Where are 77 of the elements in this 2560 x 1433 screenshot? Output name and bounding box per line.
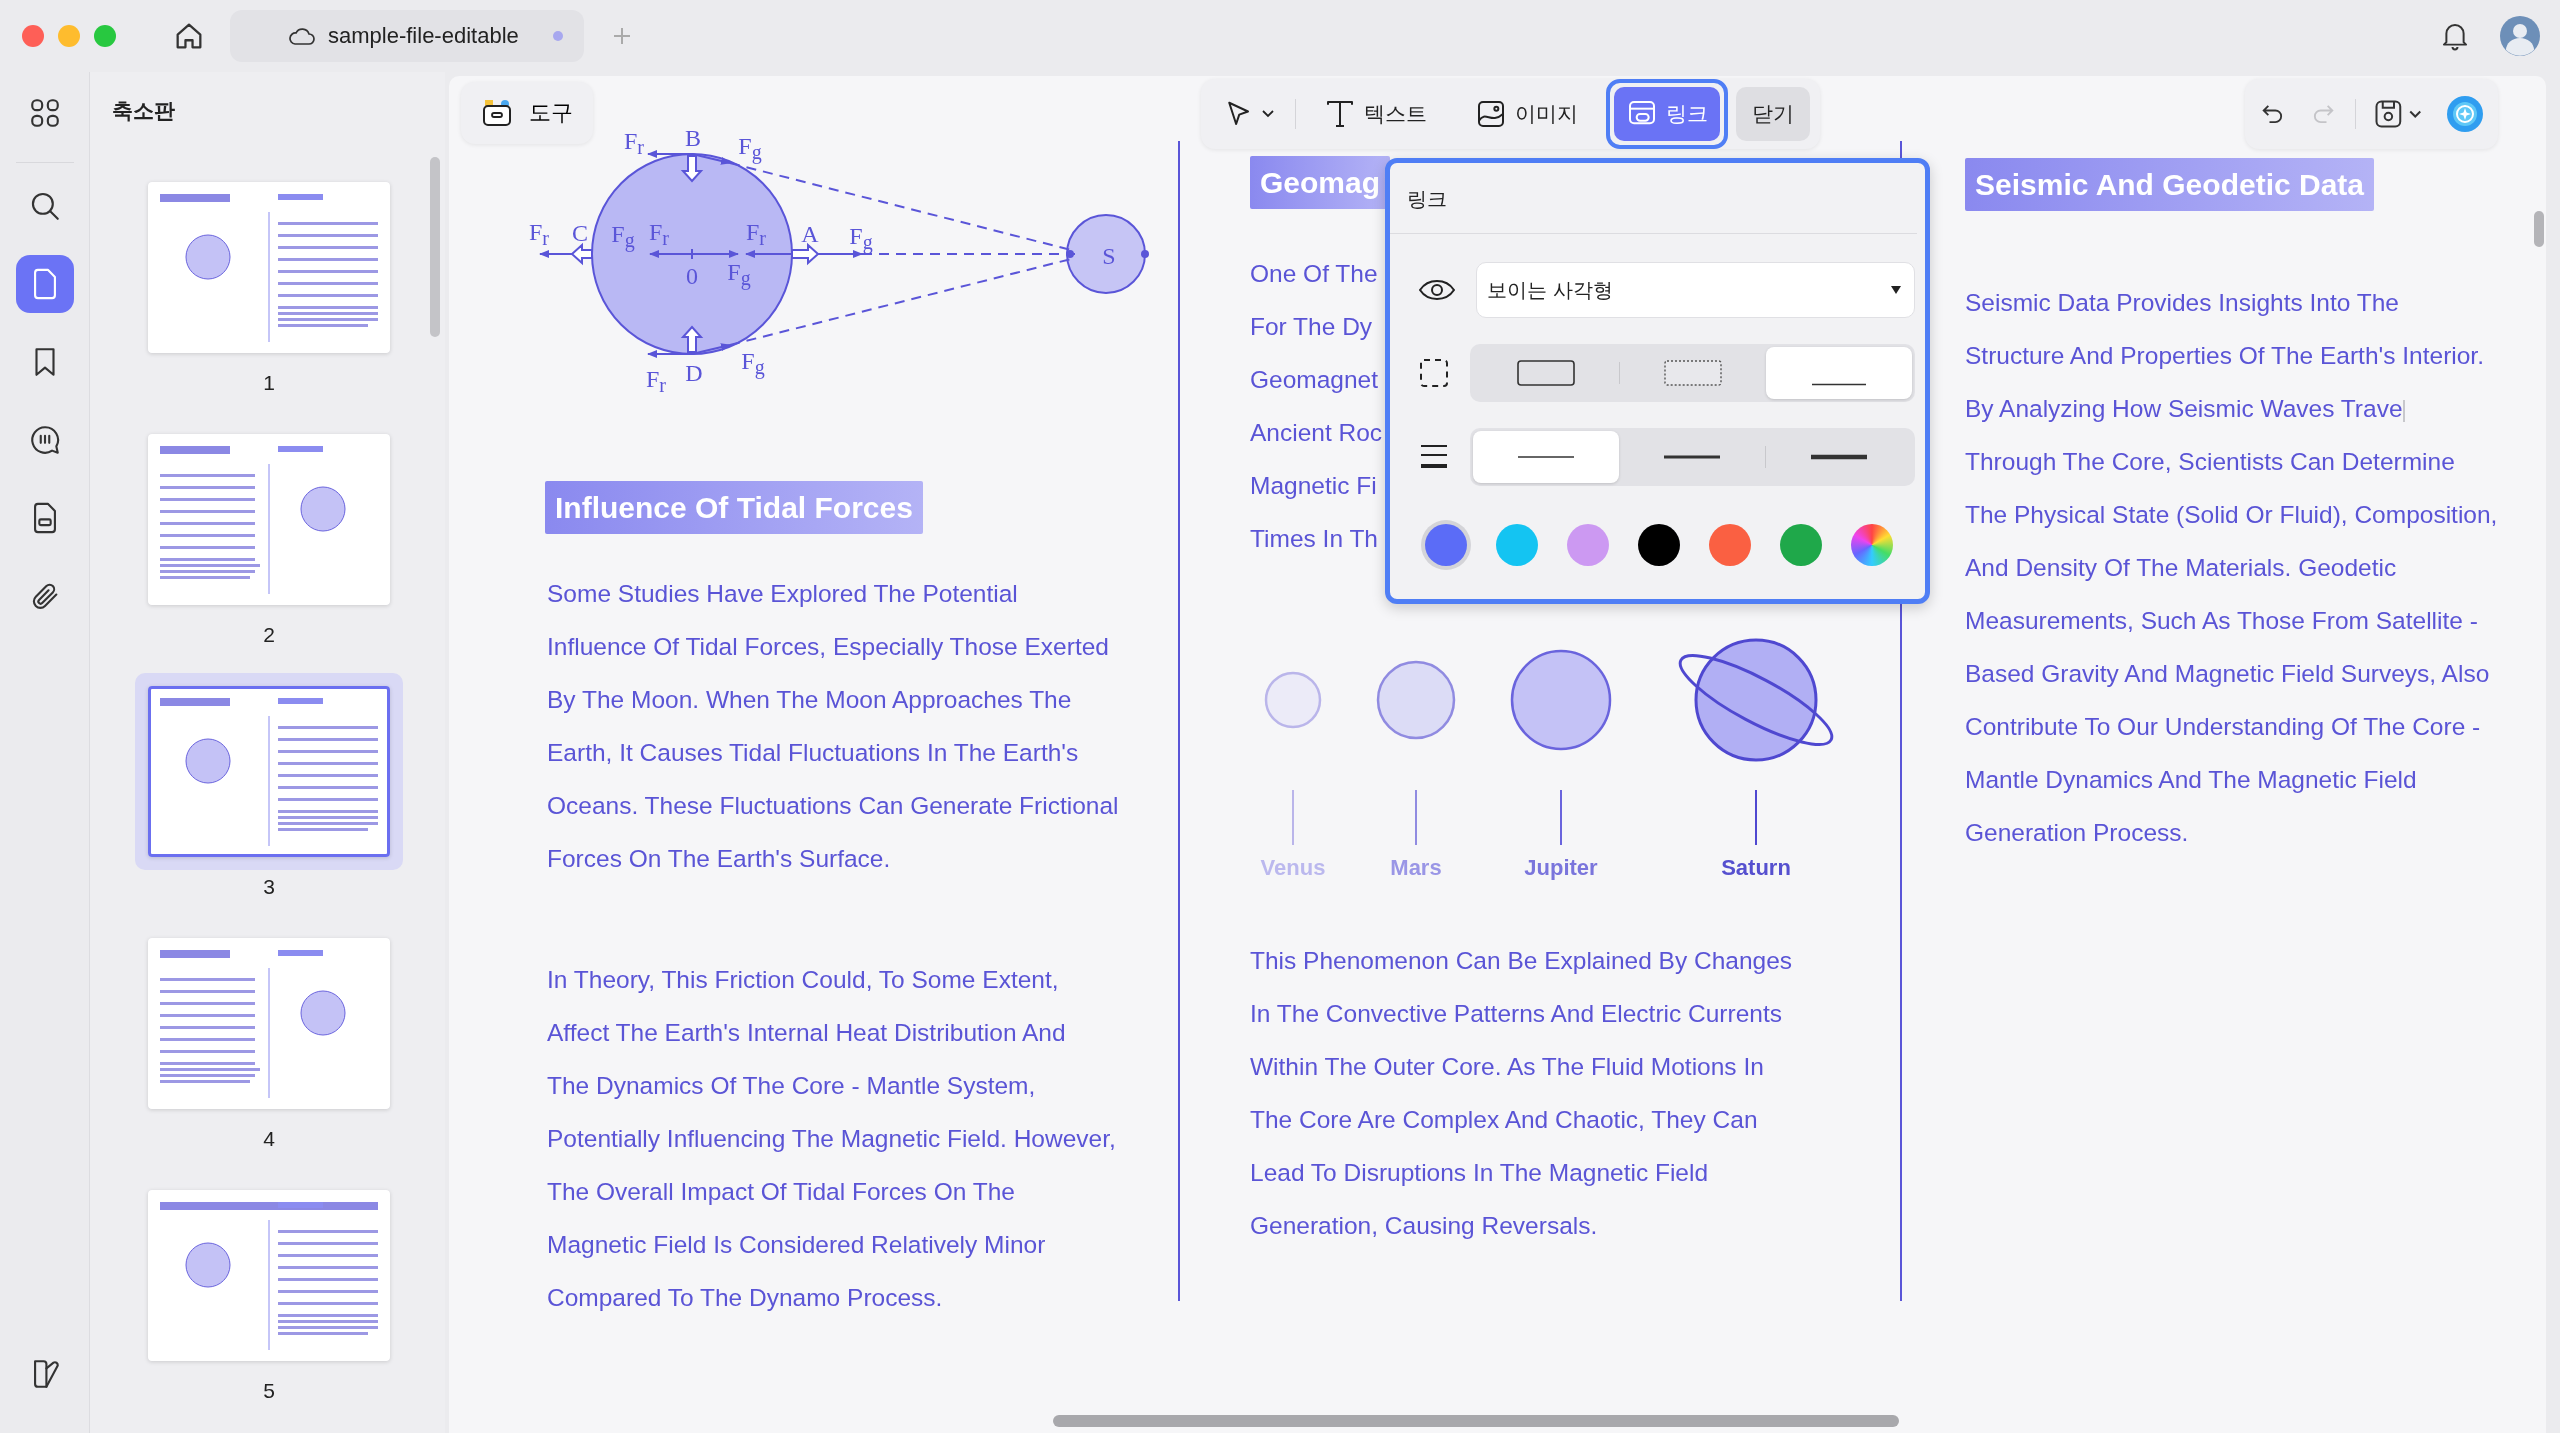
- leader-line: [1755, 790, 1757, 845]
- text-tool-button[interactable]: 텍스트: [1312, 87, 1439, 141]
- scrollbar[interactable]: [2534, 211, 2544, 247]
- page-number: 2: [262, 623, 276, 647]
- diagram-label: B: [685, 126, 701, 150]
- diagram-label: S: [1102, 244, 1116, 268]
- diagram-label: D: [685, 361, 703, 385]
- color-swatch[interactable]: [1567, 524, 1609, 566]
- diagram-label: 0: [686, 264, 698, 288]
- panel-title: 축소판: [111, 98, 176, 124]
- diagram-label: F$_{r}$: [646, 366, 666, 396]
- diagram-label: F$_{r}$: [649, 219, 669, 249]
- paragraph-line: One Of The: [1250, 259, 1379, 289]
- page-icon[interactable]: [15, 255, 74, 313]
- solid-rectangle-icon: [1517, 360, 1575, 386]
- scrollbar[interactable]: [430, 157, 440, 337]
- text-icon: [1324, 98, 1356, 130]
- page-number: 3: [262, 875, 276, 899]
- appearance-dropdown[interactable]: 보이는 사각형: [1476, 262, 1915, 318]
- section-heading: Seismic And Geodetic Data: [1965, 158, 2374, 211]
- link-tool-button[interactable]: 링크: [1614, 87, 1720, 141]
- diagram-label: F$_{g}$: [738, 133, 762, 163]
- color-swatch[interactable]: [1496, 524, 1538, 566]
- paragraph: Some Studies Have Explored The Potential Influence Of Tidal Forces, Especially Those Exerted By The Moon. When The Moon Approaches The Earth, It Causes Tidal Fluctuations In The Earth's Oceans. These Fluctuations Can Generate Frictional Forces On The Earth's Surface.: [546, 579, 1119, 874]
- page-number: 4: [262, 1127, 276, 1151]
- leader-line: [1560, 790, 1562, 845]
- paragraph: Seismic Data Provides Insights Into The Structure And Properties Of The Earth's Interior. By Analyzing How Seismic Waves Trave Through The Core, Scientists Can Determine The Physical State (Solid Or Fluid), Composition, And Density Of The Materials. Geodetic Measurements, Such As Those From Satellite - Based Gravity And Magnetic Field Surveys, Also Contribute To Our Understanding Of The Core - Mantle Dynamics And The Magnetic Field Generation Process.: [1965, 288, 2498, 848]
- planet-label: Jupiter: [1524, 854, 1598, 882]
- paragraph-line: Geomagnet: [1250, 365, 1380, 395]
- dashed-square-icon: [1418, 357, 1450, 389]
- diagram-label: F$_{g}$: [727, 259, 751, 289]
- page-thumbnail[interactable]: [135, 673, 403, 870]
- paragraph-line: For The Dy: [1250, 312, 1374, 342]
- paragraph-line: Magnetic Fi: [1250, 471, 1378, 501]
- planet-label: Saturn: [1721, 854, 1791, 882]
- cloud-icon: [288, 25, 316, 47]
- document-tab[interactable]: sample-file-editable: [230, 10, 584, 62]
- color-swatch[interactable]: [1425, 524, 1467, 566]
- color-swatch[interactable]: [1780, 524, 1822, 566]
- page-number: 1: [262, 371, 276, 395]
- image-icon: [1475, 98, 1507, 130]
- paragraph: In Theory, This Friction Could, To Some Extent, Affect The Earth's Internal Heat Distribution And The Dynamics Of The Core - Mantle System, Potentially Influencing The Magnetic Field. However, The Overall Impact Of Tidal Forces On The Magnetic Field Is Considered Relatively Minor Compared To The Dynamo Process.: [546, 965, 1116, 1313]
- dotted-rectangle-icon: [1664, 360, 1722, 386]
- leader-line: [1292, 790, 1294, 845]
- close-button[interactable]: 닫기: [1736, 87, 1810, 141]
- maximize-window-button[interactable]: [94, 25, 116, 47]
- color-swatch[interactable]: [1638, 524, 1680, 566]
- diagram-label: F$_{r}$: [624, 128, 644, 158]
- paragraph: This Phenomenon Can Be Explained By Changes In The Convective Patterns And Electric Currents Within The Outer Core. As The Fluid Motions In The Core Are Complex And Chaotic, They Can Lead To Disruptions In The Magnetic Field Generation, Causing Reversals.: [1250, 946, 1793, 1241]
- leader-line: [1415, 790, 1417, 845]
- paragraph-line: Ancient Roc: [1250, 418, 1383, 448]
- planet-label: Venus: [1260, 854, 1326, 882]
- diagram-label: A: [801, 222, 819, 246]
- diagram-label: F$_{g}$: [611, 221, 635, 251]
- tools-button[interactable]: 도구: [461, 82, 593, 144]
- color-swatch[interactable]: [1709, 524, 1751, 566]
- diagram-label: F$_{g}$: [741, 348, 765, 378]
- paragraph-line: Times In Th: [1250, 524, 1379, 554]
- avatar[interactable]: [2500, 16, 2540, 56]
- planet-label: Mars: [1390, 854, 1442, 882]
- new-tab-icon[interactable]: [612, 26, 632, 46]
- section-heading: Geomag: [1250, 156, 1391, 209]
- page-number: 5: [262, 1379, 276, 1403]
- eye-icon: [1418, 277, 1456, 303]
- diagram-label: F$_{r}$: [746, 219, 766, 249]
- caret-icon: [1890, 285, 1902, 295]
- close-window-button[interactable]: [22, 25, 44, 47]
- caret-icon: [1261, 109, 1275, 119]
- color-picker-swatch[interactable]: [1851, 524, 1893, 566]
- underline-option[interactable]: [1766, 347, 1912, 399]
- popup-title: 링크: [1390, 163, 1917, 234]
- scrollbar[interactable]: [1053, 1415, 1899, 1427]
- diagram-label: F$_{r}$: [529, 219, 549, 249]
- underline-icon: [1812, 382, 1866, 386]
- image-tool-button[interactable]: 이미지: [1463, 87, 1590, 141]
- section-heading: Influence Of Tidal Forces: [545, 481, 923, 534]
- diagram-label: C: [572, 221, 588, 245]
